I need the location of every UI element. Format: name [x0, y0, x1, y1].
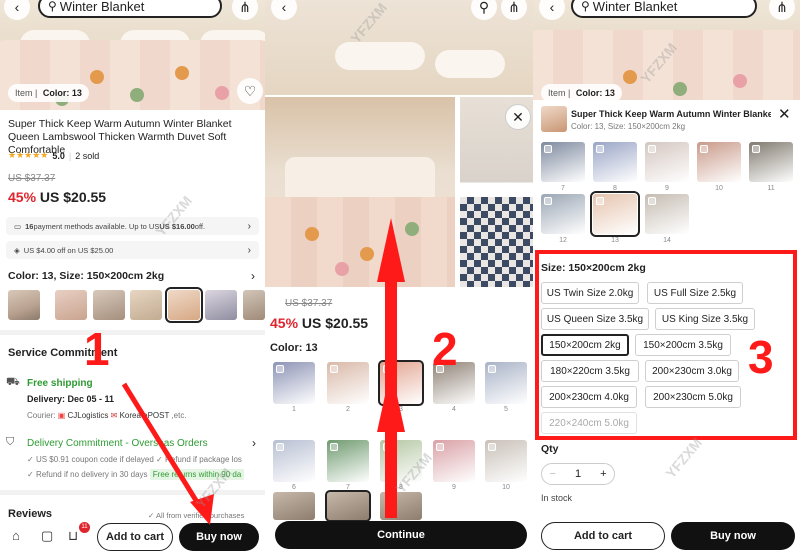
- annotation-number-1: 1: [84, 323, 110, 375]
- arrow-to-buy-now: [121, 382, 208, 517]
- arrowhead-up-icon: [377, 218, 405, 282]
- size-highlight-box: [535, 250, 797, 440]
- annotation-number-2: 2: [432, 323, 458, 375]
- arrowhead-up-icon: [377, 368, 405, 432]
